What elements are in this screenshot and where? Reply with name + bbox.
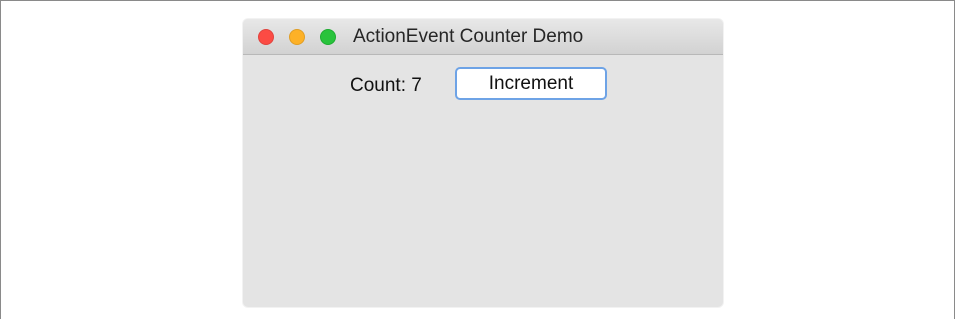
close-icon[interactable] — [258, 29, 274, 45]
increment-button[interactable]: Increment — [455, 67, 607, 100]
count-label: Count: 7 — [350, 75, 422, 96]
app-window: ActionEvent Counter Demo Count: 7 Increm… — [243, 19, 723, 307]
title-bar[interactable]: ActionEvent Counter Demo — [243, 19, 723, 55]
zoom-icon[interactable] — [320, 29, 336, 45]
minimize-icon[interactable] — [289, 29, 305, 45]
window-title: ActionEvent Counter Demo — [353, 26, 584, 47]
